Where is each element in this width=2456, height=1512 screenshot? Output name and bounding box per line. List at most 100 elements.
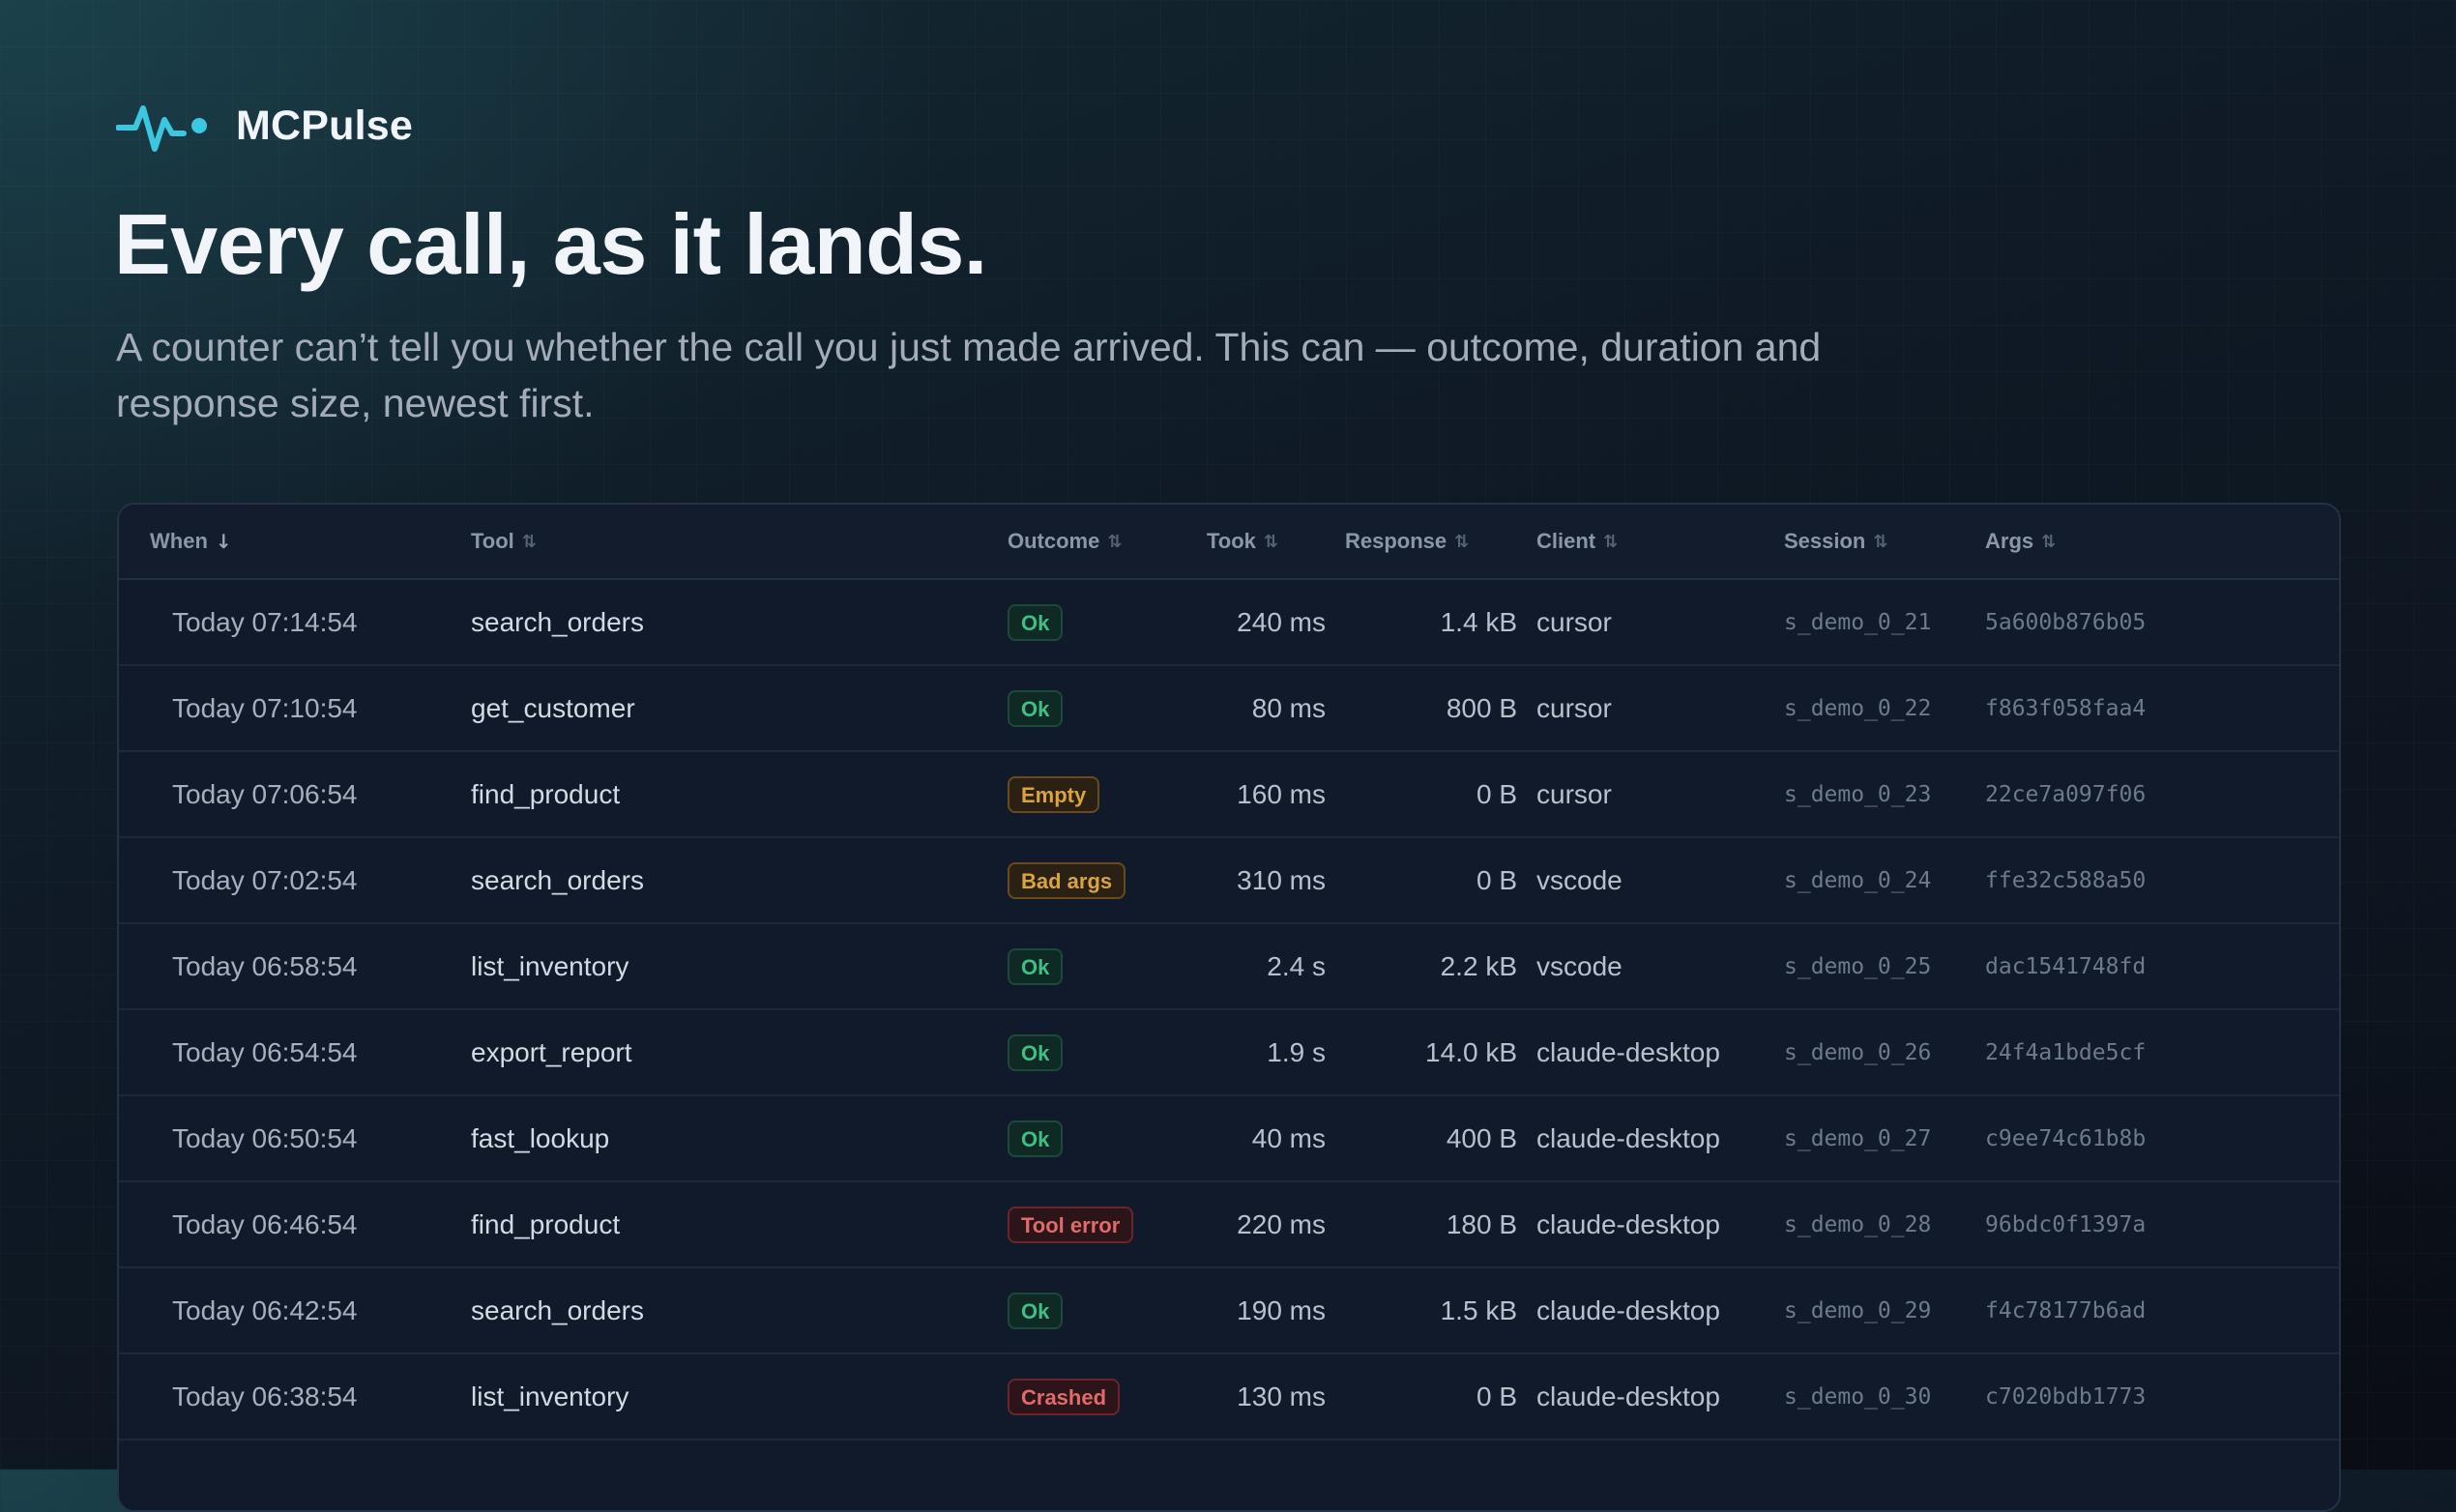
calls-table: When ↓ Tool ⇅ Outcome ⇅ Took ⇅ Response …	[117, 503, 2341, 1512]
sort-icon: ⇅	[1603, 531, 1619, 552]
column-header-tool[interactable]: Tool ⇅	[471, 505, 537, 578]
cell-session: s_demo_0_29	[1784, 1297, 1932, 1323]
cell-response: 1.4 kB	[1440, 606, 1517, 637]
cell-when: Today 06:54:54	[172, 1036, 358, 1067]
cell-session: s_demo_0_21	[1784, 609, 1932, 635]
pulse-icon	[116, 105, 207, 152]
sort-desc-icon: ↓	[215, 530, 232, 553]
cell-took: 310 ms	[1237, 864, 1326, 895]
cell-args: 22ce7a097f06	[1985, 781, 2147, 807]
column-header-outcome[interactable]: Outcome ⇅	[1008, 505, 1122, 578]
cell-session: s_demo_0_22	[1784, 695, 1932, 721]
cell-response: 14.0 kB	[1425, 1036, 1517, 1067]
table-row[interactable]: Today 06:54:54 export_report Ok 1.9 s 14.0 k…	[119, 1010, 2339, 1096]
cell-response: 180 B	[1446, 1208, 1517, 1239]
column-label: Outcome	[1008, 529, 1100, 553]
table-row[interactable]: Today 07:06:54 find_product Empty 160 ms 0 B…	[119, 752, 2339, 838]
cell-when: Today 06:42:54	[172, 1294, 358, 1325]
table-row[interactable]: Today 06:38:54 list_inventory Crashed 130 m…	[119, 1354, 2339, 1440]
cell-client: cursor	[1536, 606, 1612, 637]
column-label: Response	[1345, 529, 1447, 553]
column-header-client[interactable]: Client ⇅	[1536, 505, 1618, 578]
table-row[interactable]: Today 06:46:54 find_product Tool error 220 …	[119, 1182, 2339, 1268]
cell-response: 1.5 kB	[1440, 1294, 1517, 1325]
cell-took: 1.9 s	[1267, 1036, 1326, 1067]
cell-client: vscode	[1536, 950, 1623, 981]
table-row[interactable]: Today 06:50:54 fast_lookup Ok 40 ms 400 B cla…	[119, 1096, 2339, 1182]
sort-icon: ⇅	[1873, 531, 1888, 552]
sort-icon: ⇅	[1263, 531, 1279, 552]
cell-response: 800 B	[1446, 692, 1517, 723]
cell-client: claude-desktop	[1536, 1208, 1720, 1239]
brand[interactable]: MCPulse	[116, 95, 413, 157]
cell-response: 0 B	[1476, 778, 1517, 809]
cell-tool: search_orders	[471, 1294, 644, 1325]
cell-tool: fast_lookup	[471, 1122, 610, 1153]
cell-outcome: Bad args	[1008, 838, 1126, 922]
table-row[interactable]: Today 06:58:54 list_inventory Ok 2.4 s 2.2 k…	[119, 924, 2339, 1010]
sort-icon: ⇅	[521, 531, 537, 552]
outcome-badge: Ok	[1008, 1033, 1064, 1071]
outcome-badge: Empty	[1008, 775, 1100, 813]
cell-when: Today 07:02:54	[172, 864, 358, 895]
column-header-session[interactable]: Session ⇅	[1784, 505, 1887, 578]
cell-outcome: Ok	[1008, 580, 1064, 664]
cell-took: 190 ms	[1237, 1294, 1326, 1325]
brand-name: MCPulse	[236, 102, 413, 149]
cell-args: 24f4a1bde5cf	[1985, 1039, 2147, 1065]
cell-response: 0 B	[1476, 864, 1517, 895]
table-row[interactable]: Today 07:10:54 get_customer Ok 80 ms 800 B cu…	[119, 666, 2339, 752]
cell-client: claude-desktop	[1536, 1381, 1720, 1411]
cell-tool: list_inventory	[471, 950, 629, 981]
cell-outcome: Ok	[1008, 924, 1064, 1008]
cell-when: Today 06:46:54	[172, 1208, 358, 1239]
cell-response: 400 B	[1446, 1122, 1517, 1153]
column-label: Took	[1207, 529, 1256, 553]
cell-args: f4c78177b6ad	[1985, 1297, 2147, 1323]
outcome-badge: Ok	[1008, 1292, 1064, 1329]
column-header-response[interactable]: Response ⇅	[1345, 505, 1469, 578]
cell-when: Today 07:06:54	[172, 778, 358, 809]
cell-took: 240 ms	[1237, 606, 1326, 637]
cell-client: claude-desktop	[1536, 1036, 1720, 1067]
cell-tool: find_product	[471, 778, 621, 809]
column-label: When	[150, 529, 208, 553]
sort-icon: ⇅	[2041, 531, 2057, 552]
outcome-badge: Ok	[1008, 947, 1064, 985]
cell-tool: export_report	[471, 1036, 632, 1067]
outcome-badge: Ok	[1008, 1119, 1064, 1157]
table-row[interactable]: Today 07:02:54 search_orders Bad args 310 m…	[119, 838, 2339, 924]
column-header-when[interactable]: When ↓	[150, 505, 232, 578]
page-subtitle: A counter can’t tell you whether the cal…	[116, 325, 1822, 425]
cell-args: c7020bdb1773	[1985, 1383, 2147, 1410]
cell-took: 2.4 s	[1267, 950, 1326, 981]
cell-args: ffe32c588a50	[1985, 867, 2147, 893]
cell-session: s_demo_0_23	[1784, 781, 1932, 807]
cell-when: Today 07:10:54	[172, 692, 358, 723]
cell-client: claude-desktop	[1536, 1122, 1720, 1153]
cell-session: s_demo_0_28	[1784, 1211, 1932, 1237]
cell-session: s_demo_0_26	[1784, 1039, 1932, 1065]
column-label: Args	[1985, 529, 2034, 553]
table-row[interactable]: Today 07:14:54 search_orders Ok 240 ms 1.4 k…	[119, 580, 2339, 666]
cell-response: 2.2 kB	[1440, 950, 1517, 981]
cell-tool: get_customer	[471, 692, 635, 723]
cell-outcome: Tool error	[1008, 1182, 1134, 1266]
sort-icon: ⇅	[1454, 531, 1470, 552]
cell-tool: search_orders	[471, 864, 644, 895]
table-header: When ↓ Tool ⇅ Outcome ⇅ Took ⇅ Response …	[119, 505, 2339, 580]
cell-when: Today 06:50:54	[172, 1122, 358, 1153]
cell-session: s_demo_0_30	[1784, 1383, 1932, 1410]
cell-tool: list_inventory	[471, 1381, 629, 1411]
column-label: Client	[1536, 529, 1596, 553]
cell-args: 5a600b876b05	[1985, 609, 2147, 635]
cell-outcome: Empty	[1008, 752, 1100, 836]
cell-args: 96bdc0f1397a	[1985, 1211, 2147, 1237]
cell-session: s_demo_0_25	[1784, 953, 1932, 979]
outcome-badge: Tool error	[1008, 1206, 1134, 1243]
column-header-took[interactable]: Took ⇅	[1207, 505, 1278, 578]
table-row[interactable]: Today 06:42:54 search_orders Ok 190 ms 1.5 k…	[119, 1268, 2339, 1354]
outcome-badge: Ok	[1008, 689, 1064, 727]
column-header-args[interactable]: Args ⇅	[1985, 505, 2056, 578]
column-label: Tool	[471, 529, 514, 553]
